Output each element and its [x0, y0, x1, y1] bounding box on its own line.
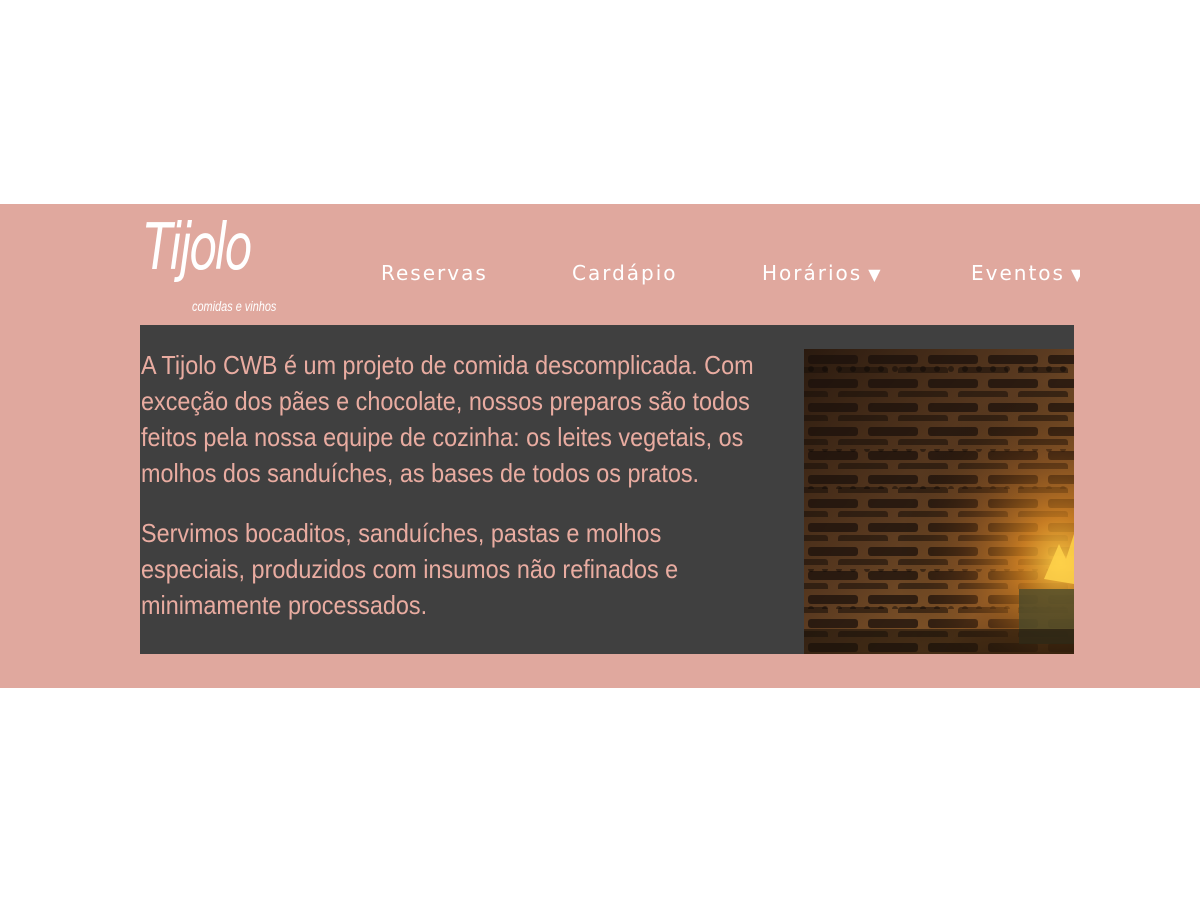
- main-nav: Reservas Cardápio Horários ▼ Eventos ▼: [0, 258, 1080, 288]
- nav-item-reservas[interactable]: Reservas: [381, 258, 488, 288]
- nav-item-horarios[interactable]: Horários ▼: [762, 258, 881, 288]
- about-text: A Tijolo CWB é um projeto de comida desc…: [141, 347, 754, 647]
- nav-item-label: Horários: [762, 261, 863, 285]
- about-paragraph-2: Servimos bocaditos, sanduíches, pastas e…: [141, 518, 679, 620]
- dropdown-caret-icon: ▼: [1070, 265, 1080, 284]
- nav-item-eventos[interactable]: Eventos ▼: [971, 258, 1080, 288]
- restaurant-photo: [804, 349, 1074, 654]
- about-panel: A Tijolo CWB é um projeto de comida desc…: [140, 325, 1074, 654]
- nav-item-cardapio[interactable]: Cardápio: [572, 258, 678, 288]
- dropdown-caret-icon: ▼: [868, 265, 881, 284]
- nav-item-label: Reservas: [381, 261, 488, 285]
- about-paragraph-1: A Tijolo CWB é um projeto de comida desc…: [141, 350, 754, 488]
- nav-item-label: Eventos: [971, 261, 1065, 285]
- header-band: Tijolo comidas e vinhos Reservas Cardápi…: [0, 204, 1200, 688]
- nav-item-label: Cardápio: [572, 261, 678, 285]
- logo-tagline: comidas e vinhos: [192, 298, 277, 314]
